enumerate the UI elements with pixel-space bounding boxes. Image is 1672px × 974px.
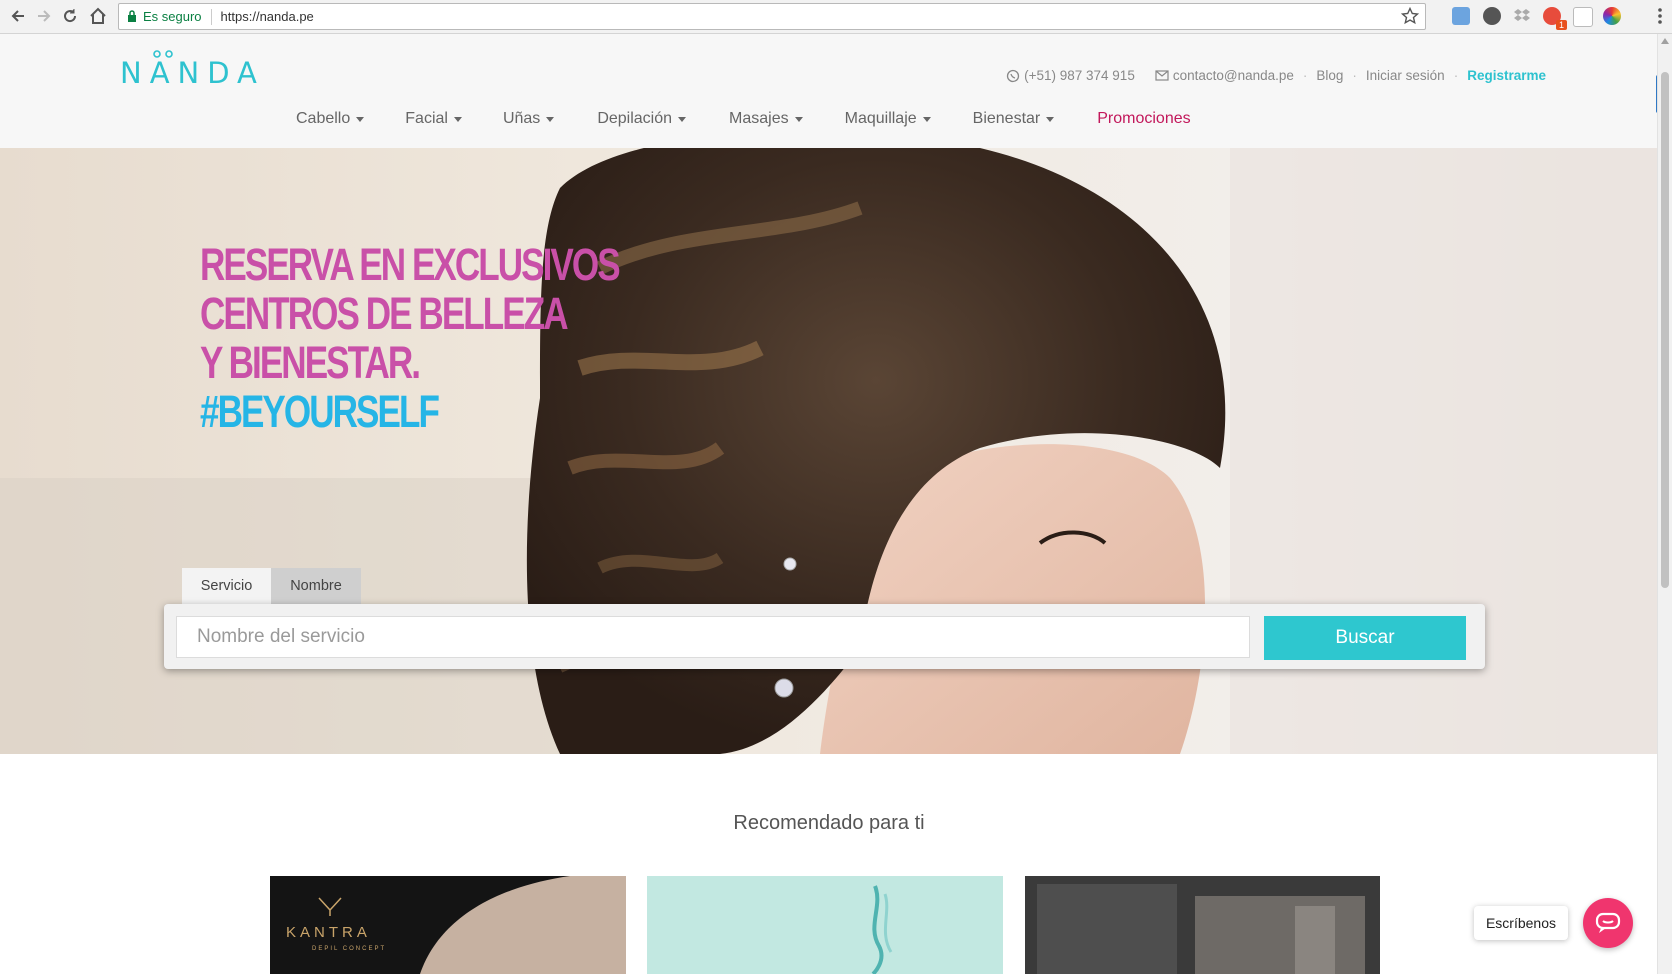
extension-badge: 1 [1555, 20, 1567, 30]
color-extension-icon[interactable] [1603, 7, 1621, 25]
nav-maquillaje[interactable]: Maquillaje [845, 110, 931, 128]
nav-label: Maquillaje [844, 110, 917, 127]
lock-icon [127, 9, 137, 25]
caret-down-icon [678, 116, 687, 122]
reload-icon[interactable] [58, 4, 82, 28]
nav-unas[interactable]: Uñas [502, 110, 555, 128]
headline-hashtag: #BEYOURSELF [200, 386, 440, 437]
separator: · [1453, 68, 1459, 83]
phone-text: (+51) 987 374 915 [1024, 68, 1135, 83]
forward-icon[interactable] [32, 4, 56, 28]
dropbox-extension-icon[interactable] [1513, 7, 1531, 25]
tab-nombre[interactable]: Nombre [271, 568, 361, 604]
secure-label: Es seguro [143, 9, 202, 24]
bookmark-star-icon[interactable] [1400, 6, 1420, 28]
browser-toolbar: Es seguro https://nanda.pe 1 [0, 0, 1672, 34]
caret-down-icon [356, 116, 365, 122]
main-nav: Cabello Facial Uñas Depilación Masajes M… [296, 110, 1191, 128]
kantra-logo: KANTRA [286, 924, 371, 941]
separator: · [1302, 68, 1308, 83]
logo-text: NANDA [120, 56, 265, 90]
headline-line-1: RESERVA EN EXCLUSIVOS [200, 239, 621, 290]
vertical-scrollbar[interactable] [1657, 34, 1672, 974]
caret-down-icon [1046, 116, 1055, 122]
chat-label[interactable]: Escríbenos [1474, 906, 1568, 940]
recommended-card[interactable] [647, 876, 1003, 974]
register-link[interactable]: Registrarme [1467, 68, 1546, 83]
adblock-extension-icon[interactable]: 1 [1543, 7, 1567, 30]
cloud-extension-icon[interactable] [1452, 7, 1470, 25]
top-contact-links: (+51) 987 374 915 contacto@nanda.pe · Bl… [1006, 68, 1546, 83]
nav-masajes[interactable]: Masajes [729, 110, 803, 128]
login-link[interactable]: Iniciar sesión [1366, 68, 1445, 83]
headline-line-2: CENTROS DE BELLEZA [200, 288, 569, 339]
scroll-up-icon[interactable] [1661, 38, 1669, 44]
caret-down-icon [546, 116, 555, 122]
browser-menu-icon[interactable] [1658, 8, 1662, 29]
phone-link[interactable]: (+51) 987 374 915 [1006, 68, 1135, 83]
address-bar[interactable]: Es seguro https://nanda.pe [118, 3, 1426, 30]
recommended-title: Recomendado para ti [733, 812, 925, 834]
omnibox-divider [210, 8, 212, 25]
nav-label: Bienestar [972, 110, 1041, 127]
headline-line-3: Y BIENESTAR. [200, 337, 421, 388]
chat-button[interactable] [1583, 898, 1633, 948]
url-text[interactable]: https://nanda.pe [221, 9, 314, 24]
page-extension-icon[interactable] [1573, 7, 1593, 27]
nav-facial[interactable]: Facial [405, 110, 462, 128]
evernote-extension-icon[interactable] [1483, 7, 1501, 25]
caret-down-icon [922, 116, 931, 122]
nav-label: Facial [405, 110, 448, 127]
card-photo [647, 876, 1003, 974]
nav-cabello[interactable]: Cabello [296, 110, 365, 128]
logo-dots-icon [153, 50, 173, 58]
chat-bubble-icon [1595, 912, 1621, 933]
email-link[interactable]: contacto@nanda.pe [1155, 68, 1294, 83]
envelope-icon [1155, 70, 1169, 81]
nanda-logo[interactable]: NANDA [120, 50, 265, 90]
nav-label: Cabello [296, 110, 351, 127]
nav-label: Masajes [729, 110, 789, 127]
caret-down-icon [453, 116, 462, 122]
nav-label: Depilación [597, 110, 673, 127]
blog-link[interactable]: Blog [1316, 68, 1343, 83]
whatsapp-icon [1006, 69, 1020, 82]
nav-bienestar[interactable]: Bienestar [973, 110, 1055, 128]
back-icon[interactable] [6, 4, 30, 28]
hero-headline: RESERVA EN EXCLUSIVOS CENTROS DE BELLEZA… [200, 239, 621, 437]
service-search-input[interactable] [176, 616, 1250, 658]
search-button[interactable]: Buscar [1264, 616, 1466, 660]
search-panel: Buscar [164, 604, 1485, 669]
caret-down-icon [794, 116, 803, 122]
site-header: NANDA (+51) 987 374 915 contacto@nanda.p… [0, 34, 1658, 149]
recommended-card[interactable] [1025, 876, 1380, 974]
email-text: contacto@nanda.pe [1172, 68, 1294, 83]
home-icon[interactable] [86, 4, 110, 28]
nav-depilacion[interactable]: Depilación [597, 110, 687, 128]
nav-promociones[interactable]: Promociones [1097, 110, 1190, 128]
kantra-subtitle: DEPIL CONCEPT [312, 946, 387, 952]
card-photo [1025, 876, 1380, 974]
separator: · [1352, 68, 1357, 83]
scrollbar-thumb[interactable] [1661, 72, 1669, 588]
recommended-card[interactable]: KANTRA DEPIL CONCEPT [270, 876, 626, 974]
tab-servicio[interactable]: Servicio [182, 568, 271, 604]
hero-banner: RESERVA EN EXCLUSIVOS CENTROS DE BELLEZA… [0, 148, 1658, 754]
nav-label: Uñas [502, 110, 541, 127]
